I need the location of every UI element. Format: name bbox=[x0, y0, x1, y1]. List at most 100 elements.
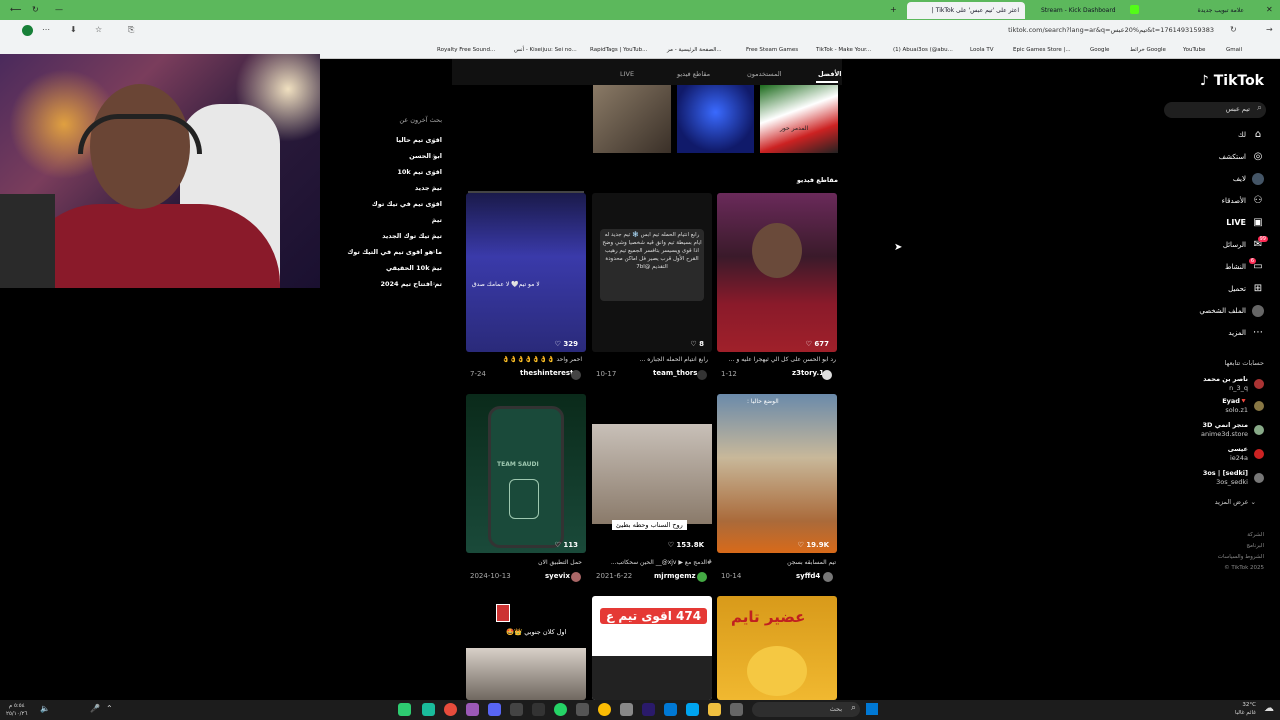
extensions-icon[interactable]: ⋯ bbox=[42, 24, 50, 36]
video-card[interactable]: الوضع حاليا : ♡ 19.9K bbox=[717, 394, 837, 553]
more-icon[interactable]: ⋯ bbox=[1252, 327, 1264, 339]
bookmark-star-icon[interactable]: ☆ bbox=[95, 24, 102, 36]
bookmark-item[interactable]: خرائط Google bbox=[1130, 44, 1166, 56]
back-icon[interactable]: ⟵ bbox=[10, 4, 21, 16]
app-icon[interactable] bbox=[466, 703, 479, 716]
tab-top[interactable]: الأفضل bbox=[818, 70, 842, 78]
friends-icon[interactable]: ⚇ bbox=[1252, 195, 1264, 207]
store-icon[interactable] bbox=[686, 703, 699, 716]
whatsapp-icon[interactable] bbox=[554, 703, 567, 716]
video-card[interactable]: لا مو تيم🤍 لا عمامك صدق ♡ 329 bbox=[466, 193, 586, 352]
following-name[interactable]: Eyad🔻 bbox=[1222, 397, 1248, 405]
related-search-item[interactable]: ابو الحسن bbox=[409, 152, 442, 160]
tab-videos[interactable]: مقاطع فيديو bbox=[677, 70, 710, 78]
footer-link[interactable]: البرنامج bbox=[1218, 541, 1264, 552]
tab-kick[interactable]: Stream - Kick Dashboard bbox=[1035, 2, 1145, 19]
related-search-item[interactable]: ما هو اقوى تيم في التيك توك bbox=[347, 248, 442, 256]
bookmark-item[interactable]: Google bbox=[1090, 44, 1109, 56]
reload-icon[interactable]: ↻ bbox=[32, 4, 39, 16]
video-author[interactable]: syevix bbox=[545, 572, 570, 580]
download-icon[interactable]: ⬇ bbox=[70, 24, 77, 36]
nav-item-activity[interactable]: النشاط bbox=[1225, 263, 1246, 271]
profile-icon[interactable] bbox=[22, 25, 33, 36]
back-arrow-icon[interactable]: → bbox=[1266, 24, 1273, 36]
nav-item-messages[interactable]: الرسائل bbox=[1223, 241, 1246, 249]
avatar[interactable] bbox=[1254, 473, 1264, 483]
chrome-icon[interactable] bbox=[598, 703, 611, 716]
nav-item-profile[interactable]: الملف الشخصي bbox=[1199, 307, 1246, 315]
video-card[interactable]: TEAM SAUDI ♡ 113 bbox=[466, 394, 586, 553]
close-window-icon[interactable]: ✕ bbox=[1266, 4, 1273, 16]
tab-tiktok[interactable]: اعثر على 'تيم عبس' على TikTok | bbox=[907, 2, 1025, 19]
home-icon[interactable]: ⌂ bbox=[1252, 129, 1264, 141]
live-avatar-icon[interactable] bbox=[1252, 173, 1264, 185]
clock[interactable]: ٥:٥٤ م ٢٥/١٠/٢٦ bbox=[6, 702, 27, 718]
nav-item-for-you[interactable]: لك bbox=[1238, 131, 1246, 139]
footer-link[interactable]: الشروط والسياسات bbox=[1218, 552, 1264, 563]
chevron-up-icon[interactable]: ⌃ bbox=[106, 704, 113, 713]
minimize-icon[interactable]: — bbox=[55, 4, 63, 16]
avatar[interactable] bbox=[1254, 425, 1264, 435]
tab-live[interactable]: LIVE bbox=[620, 70, 634, 78]
url-field[interactable]: tiktok.com/search?lang=ar&q=تيم%20عبس&t=… bbox=[794, 24, 1214, 37]
bookmark-item[interactable]: (1) Abuai3os (@abu... bbox=[893, 44, 953, 56]
app-icon[interactable] bbox=[510, 703, 523, 716]
avatar[interactable] bbox=[571, 572, 581, 582]
app-icon[interactable] bbox=[398, 703, 411, 716]
bookmark-item[interactable]: أنس - Kiseijuu: Sei no... bbox=[514, 44, 577, 56]
profile-avatar-icon[interactable] bbox=[1252, 305, 1264, 317]
video-author[interactable]: team_thors bbox=[653, 369, 697, 377]
bookmark-item[interactable]: RapidTags | YouTub... bbox=[590, 44, 647, 56]
nav-item-explore[interactable]: استكشف bbox=[1219, 153, 1246, 161]
windows-start-icon[interactable] bbox=[866, 703, 878, 715]
bookmark-item[interactable]: Epic Games Store |... bbox=[1013, 44, 1071, 56]
nav-item-friends[interactable]: الأصدقاء bbox=[1222, 197, 1246, 205]
video-card[interactable]: اول كلان جنوبي 👑🤩 bbox=[466, 596, 586, 700]
app-icon[interactable] bbox=[730, 703, 743, 716]
avatar[interactable] bbox=[1254, 379, 1264, 389]
see-more-link[interactable]: ⌄ عرض المزيد bbox=[1215, 498, 1256, 506]
nav-item-live-ar[interactable]: لايف bbox=[1233, 175, 1246, 183]
video-author[interactable]: syffd4 bbox=[796, 572, 820, 580]
tab-users[interactable]: المستخدمون bbox=[747, 70, 782, 78]
video-author[interactable]: z3tory.1 bbox=[792, 369, 824, 377]
tab-new[interactable]: علامة تبويب جديدة bbox=[1150, 2, 1250, 19]
compass-icon[interactable]: ◎ bbox=[1252, 151, 1264, 163]
bookmark-item[interactable]: Royalty Free Sound... bbox=[437, 44, 495, 56]
nav-item-upload[interactable]: تحميل bbox=[1228, 285, 1246, 293]
taskbar-search[interactable]: بحث ⌕ bbox=[752, 702, 860, 717]
following-name[interactable]: عيسى bbox=[1228, 445, 1248, 453]
live-tv-icon[interactable]: ▣ bbox=[1252, 217, 1264, 229]
video-card[interactable]: رابع انتيام الحمله تيم ابس ❄️ تيم جديد ل… bbox=[592, 193, 712, 352]
weather-widget[interactable]: 32°C غائم غالبا bbox=[1235, 701, 1256, 717]
video-author[interactable]: mjrmgemz bbox=[654, 572, 696, 580]
search-input[interactable]: تيم عبس ⌕ bbox=[1164, 102, 1266, 118]
nav-item-more[interactable]: المزيد bbox=[1228, 329, 1246, 337]
avatar[interactable] bbox=[823, 572, 833, 582]
user-thumbnail[interactable]: المدمر حور bbox=[760, 85, 838, 153]
speaker-icon[interactable]: 🔈 bbox=[40, 704, 50, 713]
upload-icon[interactable]: ⊞ bbox=[1252, 283, 1264, 295]
video-card[interactable]: عضير تايم bbox=[717, 596, 837, 700]
avatar[interactable] bbox=[571, 370, 581, 380]
user-thumbnail[interactable] bbox=[677, 85, 754, 153]
video-author[interactable]: theshinterest bbox=[520, 369, 573, 377]
premiere-icon[interactable] bbox=[642, 703, 655, 716]
bookmark-item[interactable]: YouTube bbox=[1183, 44, 1205, 56]
app-icon[interactable] bbox=[422, 703, 435, 716]
nav-item-live[interactable]: LIVE bbox=[1226, 218, 1246, 227]
app-icon[interactable] bbox=[444, 703, 457, 716]
bookmark-item[interactable]: Free Steam Games bbox=[746, 44, 798, 56]
reload-page-icon[interactable]: ↻ bbox=[1230, 24, 1237, 36]
app-icon[interactable] bbox=[620, 703, 633, 716]
bookmark-item[interactable]: Loola TV bbox=[970, 44, 993, 56]
folder-icon[interactable] bbox=[708, 703, 721, 716]
mic-icon[interactable]: 🎤 bbox=[90, 704, 100, 713]
app-icon[interactable] bbox=[576, 703, 589, 716]
tiktok-logo[interactable]: ♪ TikTok bbox=[1200, 73, 1264, 89]
avatar[interactable] bbox=[697, 572, 707, 582]
following-name[interactable]: ناصر بن محمد bbox=[1203, 375, 1248, 383]
new-tab-icon[interactable]: + bbox=[890, 4, 897, 16]
share-icon[interactable]: ⎘ bbox=[128, 24, 134, 36]
footer-link[interactable]: الشركة bbox=[1218, 530, 1264, 541]
